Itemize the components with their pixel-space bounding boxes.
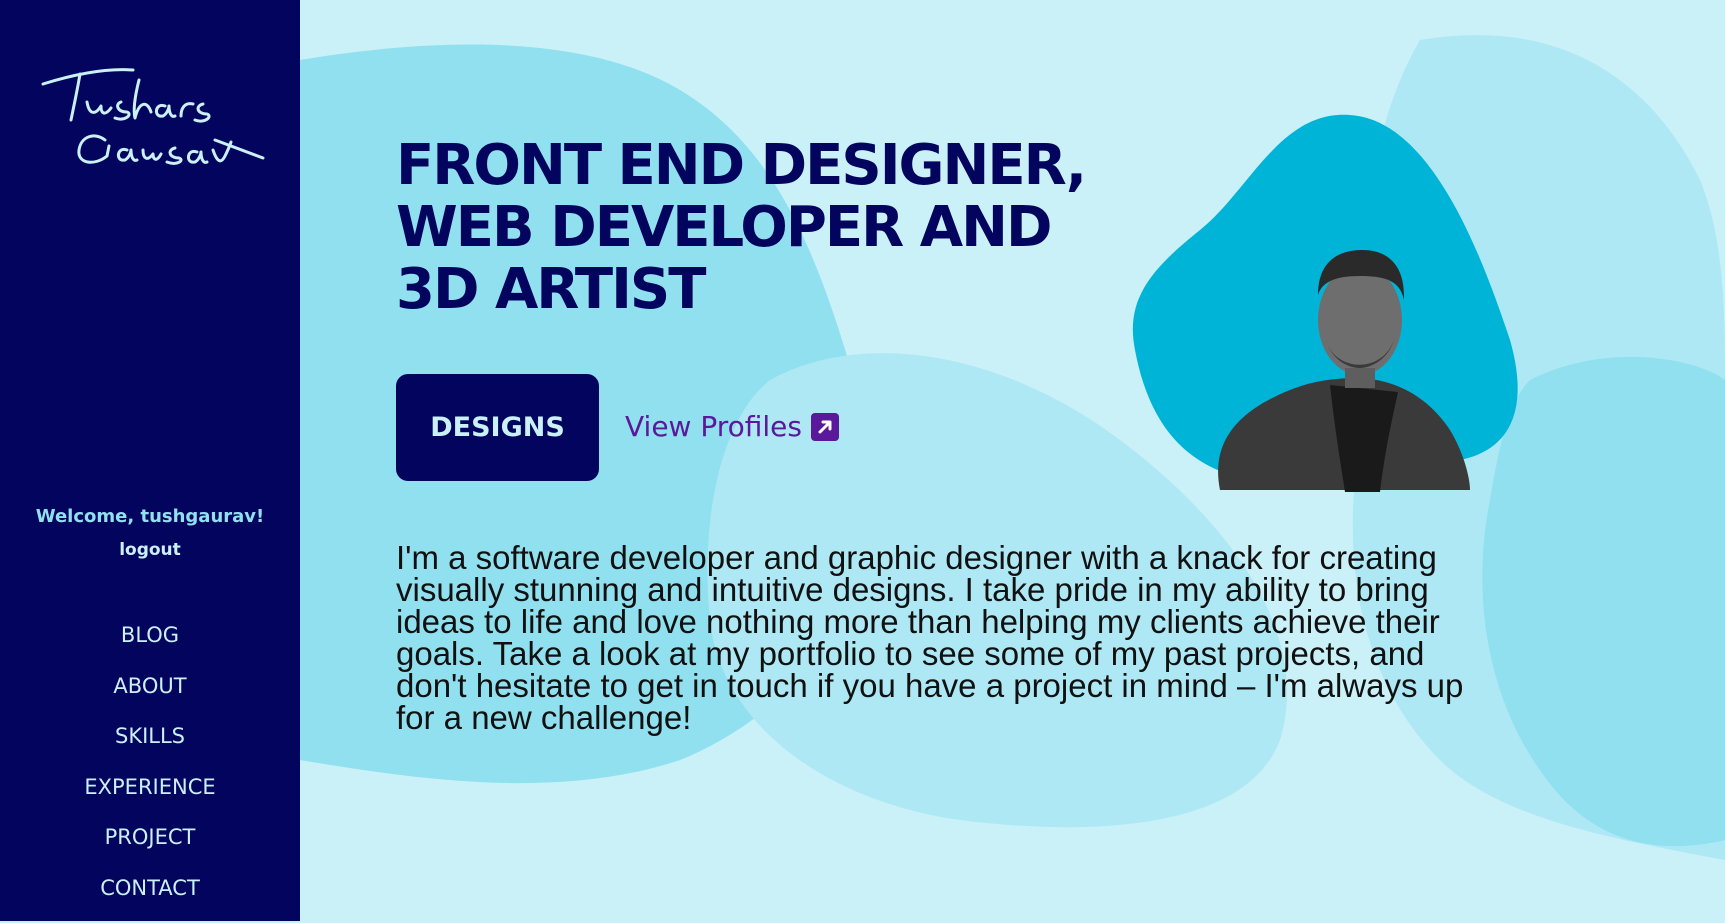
designs-button[interactable]: DESIGNS — [396, 374, 599, 481]
logout-link[interactable]: logout — [0, 540, 300, 560]
about-paragraph: I'm a software developer and graphic des… — [396, 542, 1496, 734]
view-profiles-link[interactable]: View Profiles — [625, 410, 839, 443]
view-profiles-label: View Profiles — [625, 410, 802, 443]
profile-photo — [1130, 110, 1530, 500]
main-content: FRONT END DESIGNER, WEB DEVELOPER AND 3D… — [300, 0, 1725, 921]
nav-item-about[interactable]: ABOUT — [0, 671, 300, 722]
nav-item-skills[interactable]: SKILLS — [0, 721, 300, 772]
nav-item-experience[interactable]: EXPERIENCE — [0, 772, 300, 823]
nav-item-contact[interactable]: CONTACT — [0, 873, 300, 923]
welcome-message: Welcome, tushgaurav! — [0, 506, 300, 527]
nav-item-blog[interactable]: BLOG — [0, 620, 300, 671]
external-link-icon — [811, 413, 839, 441]
hero-headline: FRONT END DESIGNER, WEB DEVELOPER AND 3D… — [396, 135, 1196, 321]
sidebar: Welcome, tushgaurav! logout BLOG ABOUT S… — [0, 0, 300, 921]
nav-item-project[interactable]: PROJECT — [0, 822, 300, 873]
sidebar-nav: BLOG ABOUT SKILLS EXPERIENCE PROJECT CON… — [0, 620, 300, 923]
signature-logo[interactable] — [35, 62, 265, 172]
